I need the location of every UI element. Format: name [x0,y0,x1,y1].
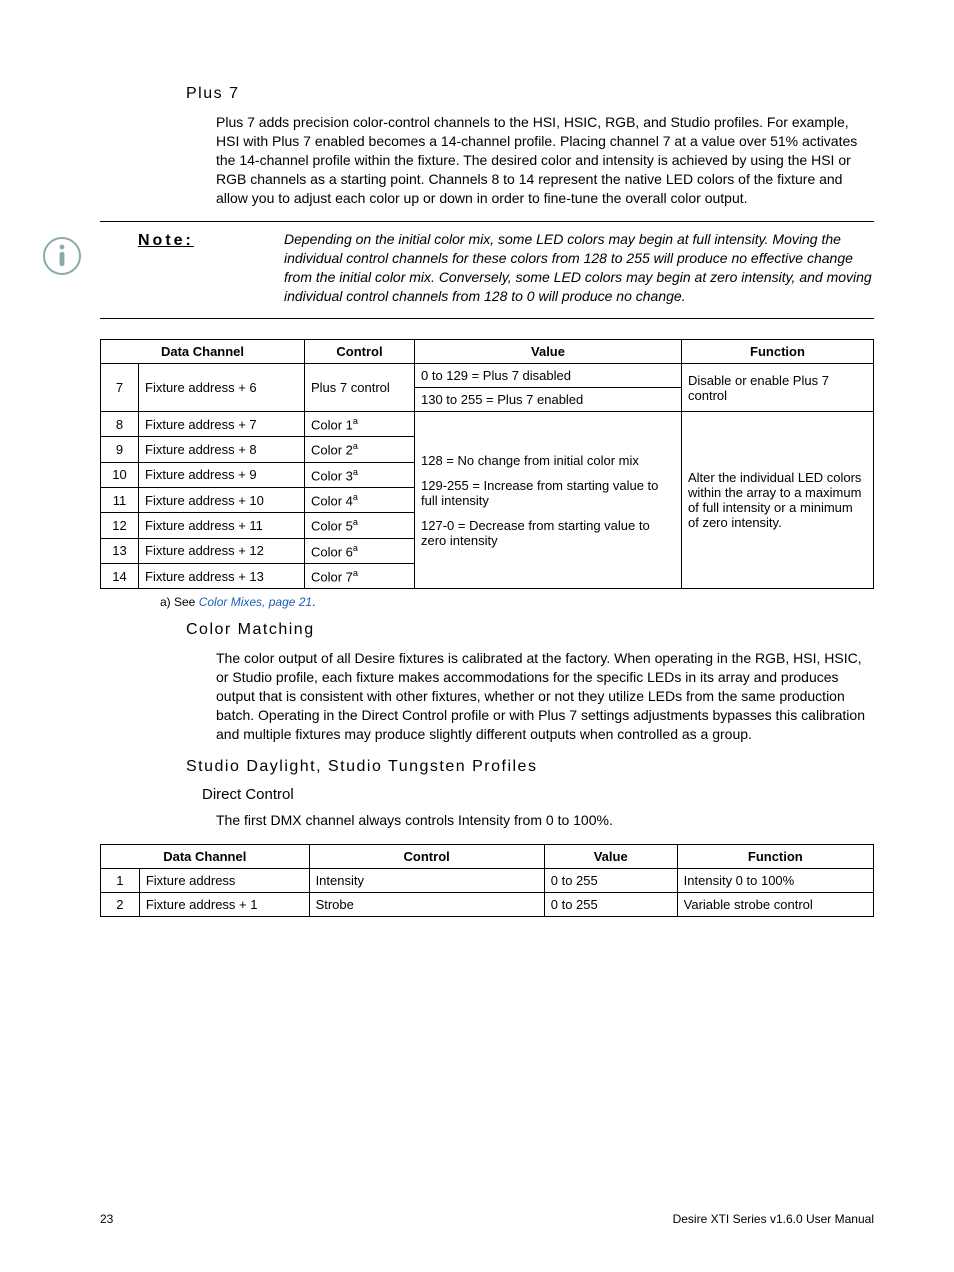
th-value: Value [415,340,682,364]
cell-chan: Fixture address + 7 [139,412,305,437]
heading-plus7: Plus 7 [186,85,874,103]
cell-idx: 1 [101,868,140,892]
paragraph-color-matching: The color output of all Desire fixtures … [216,649,874,743]
cell-chan: Fixture address + 11 [139,513,305,538]
cell-ctrl: Color 6a [305,538,415,563]
cell-val: 0 to 255 [544,892,677,916]
cell-chan: Fixture address + 13 [139,563,305,588]
cell-ctrl: Color 5a [305,513,415,538]
cell-chan: Fixture address [139,868,309,892]
cell-idx: 7 [101,364,139,412]
table-plus7: Data Channel Control Value Function 7 Fi… [100,339,874,589]
table-direct-control: Data Channel Control Value Function 1 Fi… [100,844,874,917]
cell-ctrl: Plus 7 control [305,364,415,412]
th-control: Control [305,340,415,364]
cell-fn: Variable strobe control [677,892,873,916]
cell-ctrl: Color 7a [305,563,415,588]
cell-ctrl: Intensity [309,868,544,892]
cell-chan: Fixture address + 8 [139,437,305,462]
cell-val: 130 to 255 = Plus 7 enabled [415,388,682,412]
cell-chan: Fixture address + 6 [139,364,305,412]
table-row: 2 Fixture address + 1 Strobe 0 to 255 Va… [101,892,874,916]
cell-val: 0 to 129 = Plus 7 disabled [415,364,682,388]
cell-fn: Disable or enable Plus 7 control [682,364,874,412]
doc-title: Desire XTI Series v1.6.0 User Manual [673,1212,874,1226]
paragraph-direct-control: The first DMX channel always controls In… [216,811,874,830]
cell-chan: Fixture address + 9 [139,462,305,487]
th-control: Control [309,844,544,868]
cell-fn-shared: Alter the individual LED colors within t… [682,412,874,589]
cell-idx: 2 [101,892,140,916]
th-data-channel: Data Channel [101,340,305,364]
cell-chan: Fixture address + 1 [139,892,309,916]
table-row: 8 Fixture address + 7 Color 1a 128 = No … [101,412,874,437]
cell-idx: 14 [101,563,139,588]
note-label: Note: [138,232,194,250]
cell-idx: 12 [101,513,139,538]
cell-ctrl: Color 2a [305,437,415,462]
th-function: Function [677,844,873,868]
th-value: Value [544,844,677,868]
cell-idx: 10 [101,462,139,487]
table-row: 1 Fixture address Intensity 0 to 255 Int… [101,868,874,892]
cell-idx: 11 [101,488,139,513]
cell-val-shared: 128 = No change from initial color mix 1… [415,412,682,589]
cell-chan: Fixture address + 10 [139,488,305,513]
cell-val: 0 to 255 [544,868,677,892]
cell-ctrl: Color 3a [305,462,415,487]
cell-idx: 13 [101,538,139,563]
cell-fn: Intensity 0 to 100% [677,868,873,892]
table-row: 7 Fixture address + 6 Plus 7 control 0 t… [101,364,874,388]
heading-color-matching: Color Matching [186,621,874,639]
cell-idx: 8 [101,412,139,437]
cell-ctrl: Color 1a [305,412,415,437]
link-color-mixes[interactable]: Color Mixes, page 21 [199,595,312,609]
page-number: 23 [100,1212,113,1226]
th-data-channel: Data Channel [101,844,310,868]
heading-studio-profiles: Studio Daylight, Studio Tungsten Profile… [186,758,874,776]
th-function: Function [682,340,874,364]
cell-ctrl: Color 4a [305,488,415,513]
cell-ctrl: Strobe [309,892,544,916]
note-block: Note: Depending on the initial color mix… [100,221,874,319]
paragraph-plus7: Plus 7 adds precision color-control chan… [216,113,874,207]
info-icon [42,236,82,276]
cell-chan: Fixture address + 12 [139,538,305,563]
cell-idx: 9 [101,437,139,462]
heading-direct-control: Direct Control [202,786,874,803]
note-text: Depending on the initial color mix, some… [284,230,874,306]
table-footnote: a) See Color Mixes, page 21. [160,595,874,609]
